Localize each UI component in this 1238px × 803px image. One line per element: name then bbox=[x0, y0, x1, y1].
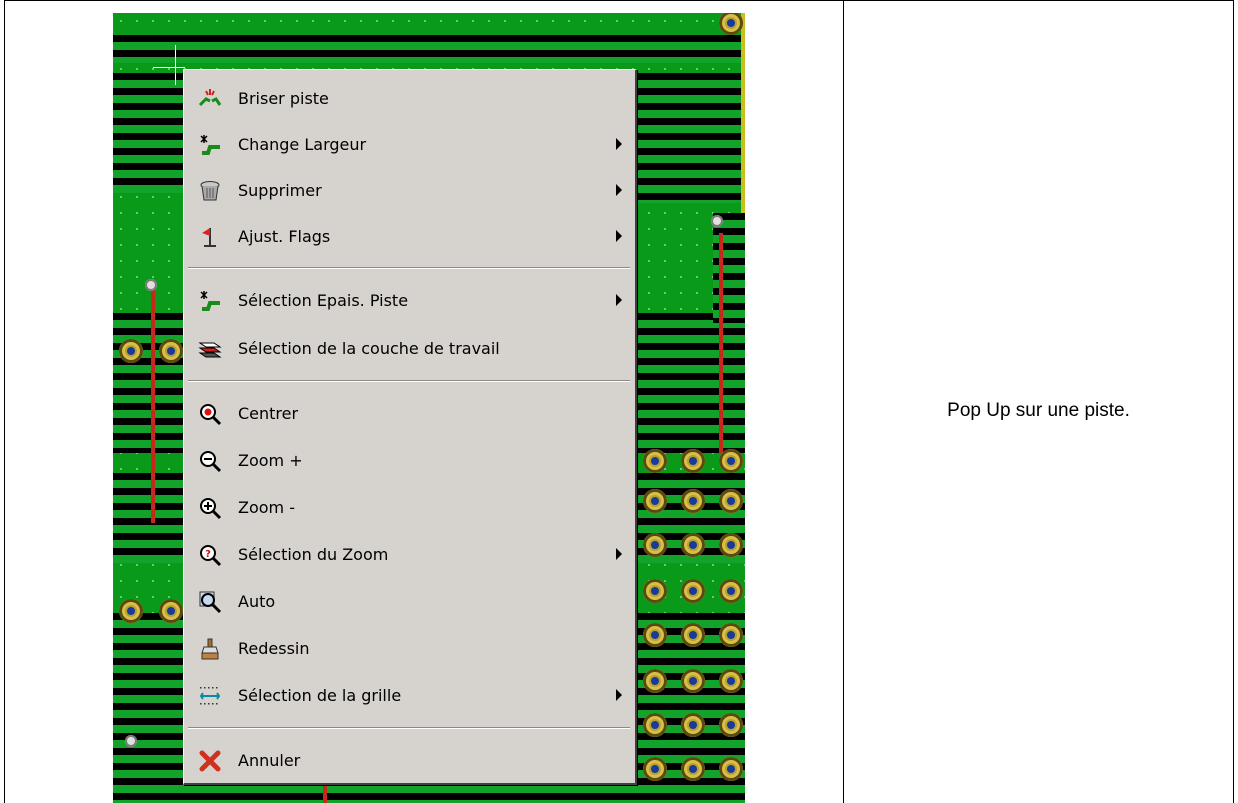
submenu-arrow-icon bbox=[616, 230, 622, 242]
menu-separator bbox=[188, 267, 630, 269]
submenu-arrow-icon bbox=[616, 138, 622, 150]
menu-separator bbox=[188, 727, 630, 729]
zoom-center-icon bbox=[198, 402, 222, 426]
grid-icon bbox=[198, 684, 222, 708]
break-track-icon bbox=[198, 87, 222, 111]
submenu-arrow-icon bbox=[616, 184, 622, 196]
menu-item-selection-grille[interactable]: Sélection de la grille bbox=[184, 676, 634, 716]
document-table: Briser piste Change Largeur Supprimer Aj… bbox=[0, 0, 1238, 803]
screenshot-cell: Briser piste Change Largeur Supprimer Aj… bbox=[4, 0, 844, 803]
menu-item-selection-zoom[interactable]: ? Sélection du Zoom bbox=[184, 535, 634, 575]
submenu-arrow-icon bbox=[616, 548, 622, 560]
cursor-crosshair bbox=[153, 67, 185, 68]
menu-item-zoom-minus[interactable]: Zoom - bbox=[184, 488, 634, 528]
menu-separator bbox=[188, 380, 630, 382]
layers-icon bbox=[198, 337, 222, 361]
zoom-out-icon bbox=[198, 496, 222, 520]
zoom-in-icon bbox=[198, 449, 222, 473]
submenu-arrow-icon bbox=[616, 689, 622, 701]
redraw-brush-icon bbox=[198, 637, 222, 661]
menu-item-ajust-flags[interactable]: Ajust. Flags bbox=[184, 217, 634, 257]
context-menu: Briser piste Change Largeur Supprimer Aj… bbox=[183, 69, 637, 785]
menu-item-centrer[interactable]: Centrer bbox=[184, 394, 634, 434]
trash-icon bbox=[198, 179, 222, 203]
menu-item-briser-piste[interactable]: Briser piste bbox=[184, 79, 634, 119]
menu-item-auto[interactable]: Auto bbox=[184, 582, 634, 622]
cancel-x-icon bbox=[198, 749, 222, 773]
svg-text:?: ? bbox=[205, 549, 211, 560]
menu-item-selection-couche-travail[interactable]: Sélection de la couche de travail bbox=[184, 329, 634, 369]
submenu-arrow-icon bbox=[616, 294, 622, 306]
menu-item-zoom-plus[interactable]: Zoom + bbox=[184, 441, 634, 481]
track-width-icon bbox=[198, 289, 222, 313]
caption-cell: Pop Up sur une piste. bbox=[844, 0, 1234, 803]
zoom-auto-icon bbox=[198, 590, 222, 614]
menu-item-redessin[interactable]: Redessin bbox=[184, 629, 634, 669]
menu-item-selection-epais-piste[interactable]: Sélection Epais. Piste bbox=[184, 281, 634, 321]
caption-text: Pop Up sur une piste. bbox=[947, 400, 1130, 421]
menu-item-change-largeur[interactable]: Change Largeur bbox=[184, 125, 634, 165]
menu-item-annuler[interactable]: Annuler bbox=[184, 741, 634, 781]
zoom-select-icon: ? bbox=[198, 543, 222, 567]
track-width-icon bbox=[198, 133, 222, 157]
menu-item-supprimer[interactable]: Supprimer bbox=[184, 171, 634, 211]
flag-icon bbox=[198, 225, 222, 249]
